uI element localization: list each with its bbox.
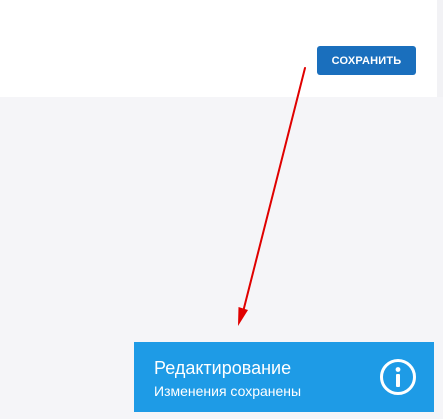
form-panel: СОХРАНИТЬ xyxy=(0,0,437,97)
info-icon xyxy=(380,359,416,395)
notification-message: Изменения сохранены xyxy=(154,383,302,399)
page: СОХРАНИТЬ Редактирование Изменения сохра… xyxy=(0,0,443,419)
annotation-arrow-line xyxy=(242,67,306,313)
notification-title: Редактирование xyxy=(154,358,292,378)
save-button[interactable]: СОХРАНИТЬ xyxy=(317,46,416,75)
scrollbar-track xyxy=(437,0,443,97)
notification-toast: Редактирование Изменения сохранены xyxy=(134,342,434,412)
annotation-arrowhead xyxy=(238,307,248,326)
